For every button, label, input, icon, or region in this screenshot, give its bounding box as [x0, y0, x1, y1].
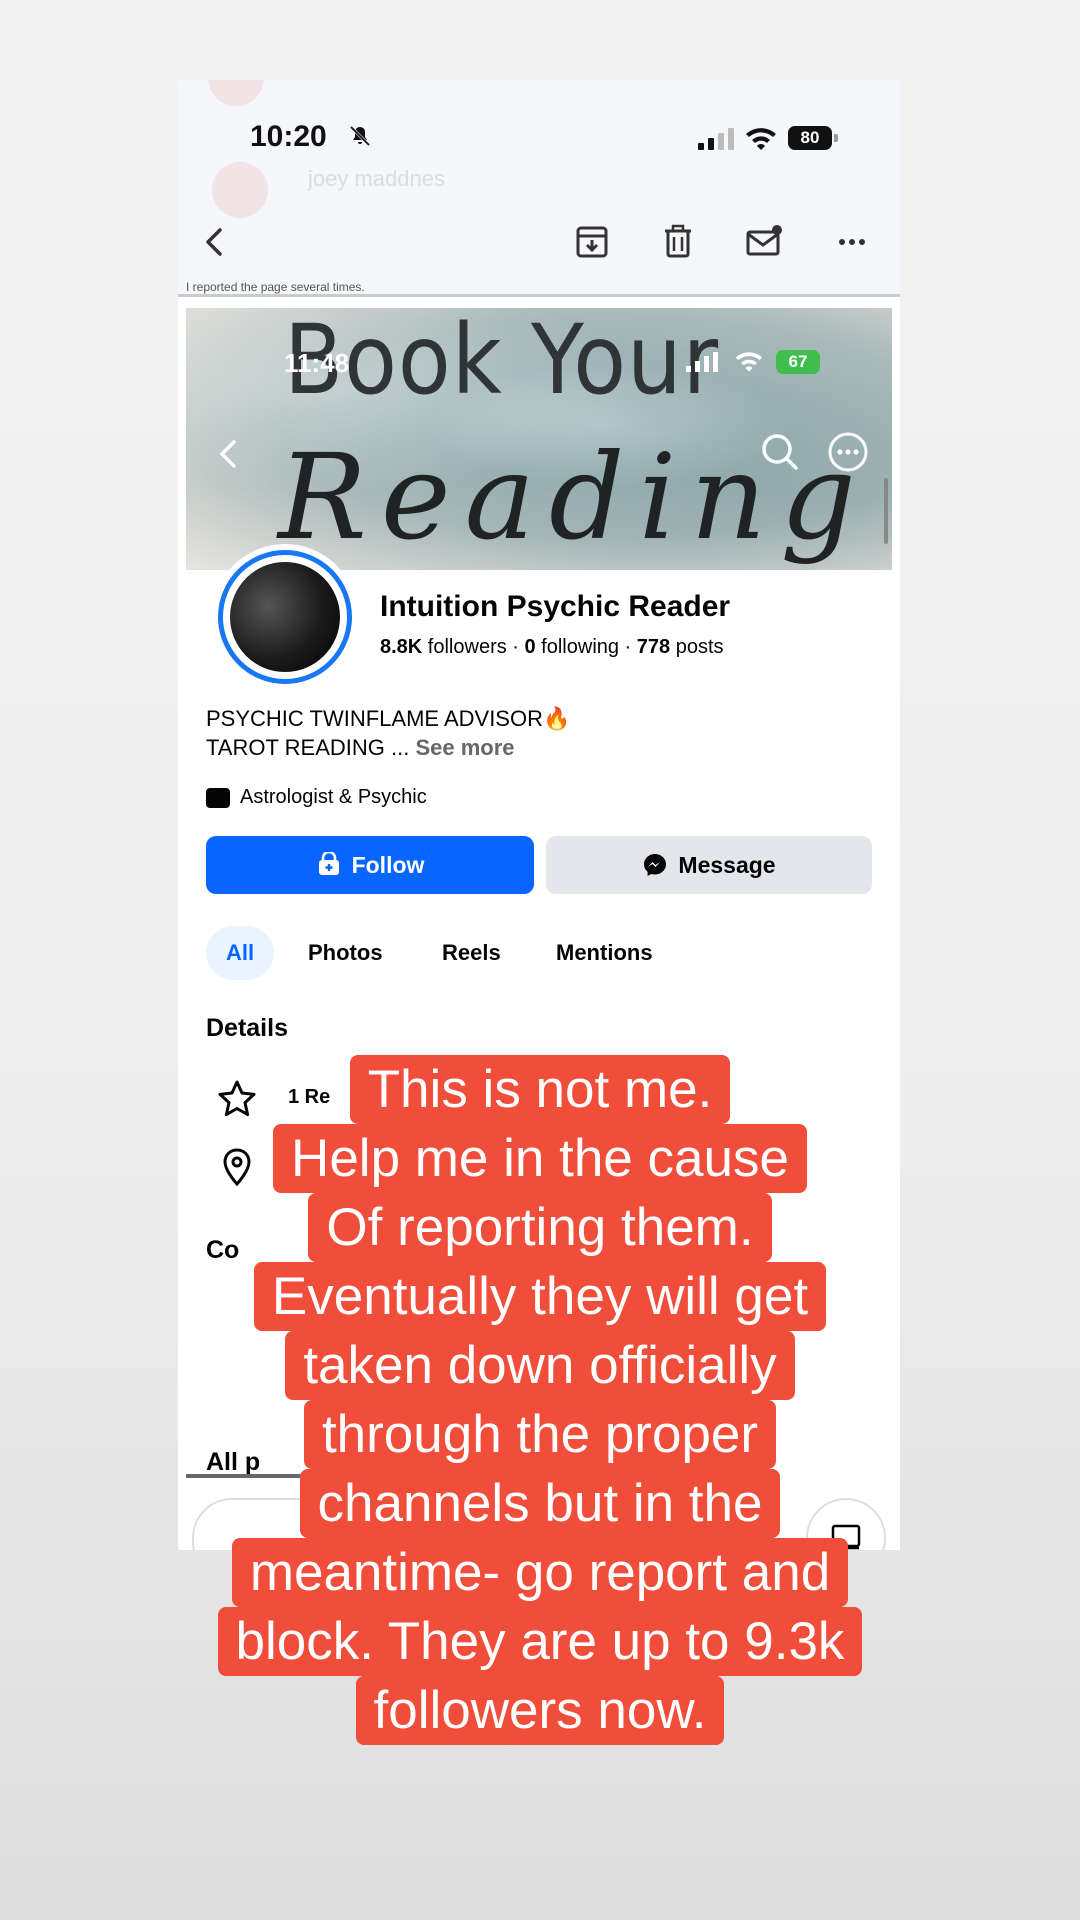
back-icon[interactable] — [194, 222, 234, 262]
details-heading: Details — [206, 1014, 288, 1042]
bio-line-1: PSYCHIC TWINFLAME ADVISOR — [206, 706, 543, 731]
inner-battery-indicator: 67 — [776, 350, 820, 374]
cover-photo: Book Your Reading 11:48 67 — [186, 308, 892, 570]
caption-line: followers now. — [0, 1676, 1080, 1745]
bio-line-2: TAROT READING ... — [206, 735, 416, 760]
caption-line: channels but in the — [0, 1469, 1080, 1538]
tab-mentions[interactable]: Mentions — [556, 926, 653, 980]
messenger-icon — [644, 854, 667, 876]
category-icon — [206, 787, 230, 808]
caption-line: taken down officially — [0, 1331, 1080, 1400]
caption-line: Help me in the cause — [0, 1124, 1080, 1193]
caption-line: block. They are up to 9.3k — [0, 1607, 1080, 1676]
followers-label: followers · — [422, 636, 525, 658]
message-label: Message — [678, 851, 776, 878]
following-count[interactable]: 0 — [525, 636, 536, 658]
ghost-sender: joey maddnes — [308, 166, 445, 191]
ghost-avatar — [208, 80, 264, 106]
bell-muted-icon — [349, 125, 371, 147]
inner-signal-icon — [686, 352, 718, 372]
mail-unread-icon[interactable] — [744, 222, 784, 262]
caption-line: through the proper — [0, 1400, 1080, 1469]
see-more-link[interactable]: See more — [415, 735, 514, 760]
follow-label: Follow — [351, 851, 425, 878]
category-label: Astrologist & Psychic — [240, 786, 427, 808]
cover-title: Book Your — [284, 308, 720, 416]
ghost-avatar — [212, 162, 268, 218]
follow-button[interactable]: Follow — [206, 836, 534, 894]
mail-header: joey maddnes 10:20 80 I reported the pag… — [178, 80, 900, 297]
archive-icon[interactable] — [572, 222, 612, 262]
tab-reels[interactable]: Reels — [442, 926, 501, 980]
trash-icon[interactable] — [658, 222, 698, 262]
scroll-indicator[interactable] — [884, 478, 888, 544]
profile-avatar[interactable] — [212, 544, 358, 690]
inner-wifi-icon — [735, 352, 763, 372]
tab-all[interactable]: All — [206, 926, 275, 980]
following-label: following · — [535, 636, 637, 658]
posts-label: posts — [670, 636, 724, 658]
caption-line: This is not me. — [0, 1055, 1080, 1124]
more-options-icon[interactable] — [826, 430, 870, 474]
story-caption: This is not me. Help me in the cause Of … — [0, 1055, 1080, 1745]
tab-photos[interactable]: Photos — [308, 926, 383, 980]
page-category: Astrologist & Psychic — [206, 786, 427, 809]
status-time: 10:20 — [250, 120, 327, 153]
page-name: Intuition Psychic Reader — [380, 590, 731, 623]
avatar-image — [230, 562, 340, 672]
message-button[interactable]: Message — [546, 836, 872, 894]
caption-line: Eventually they will get — [0, 1262, 1080, 1331]
caption-line: Of reporting them. — [0, 1193, 1080, 1262]
followers-count[interactable]: 8.8K — [380, 636, 422, 658]
caption-line: meantime- go report and — [0, 1538, 1080, 1607]
fire-emoji: 🔥 — [542, 706, 571, 731]
posts-count: 778 — [636, 636, 671, 658]
signal-icon — [698, 128, 734, 150]
search-icon[interactable] — [758, 430, 802, 474]
email-snippet: I reported the page several times. — [186, 280, 365, 294]
wifi-icon — [746, 128, 776, 150]
page-stats: 8.8K followers · 0 following · 778 posts — [380, 636, 724, 659]
page-bio: PSYCHIC TWINFLAME ADVISOR🔥 TAROT READING… — [206, 704, 570, 762]
inner-status-time: 11:48 — [284, 348, 350, 378]
follow-icon — [318, 852, 339, 875]
more-icon[interactable] — [832, 222, 872, 262]
back-icon[interactable] — [212, 434, 244, 474]
battery-indicator: 80 — [788, 126, 838, 150]
